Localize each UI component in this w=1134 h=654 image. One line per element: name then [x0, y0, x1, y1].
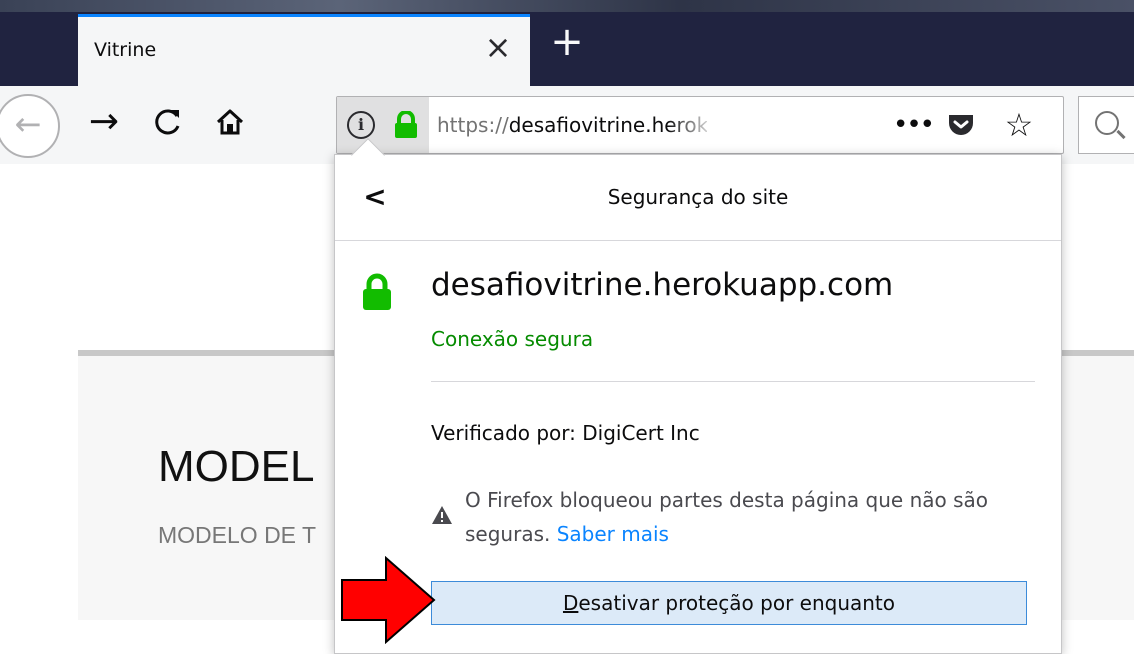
panel-title: Segurança do site [607, 185, 789, 209]
bookmark-star-icon[interactable]: ☆ [999, 105, 1039, 145]
info-icon: i [347, 111, 375, 139]
tab-title: Vitrine [94, 39, 157, 61]
lock-icon [395, 111, 417, 138]
home-button[interactable] [208, 100, 252, 144]
annotation-arrow-icon [341, 556, 436, 644]
site-security-panel: < Segurança do site desafiovitrine.herok… [334, 154, 1062, 654]
pocket-icon[interactable] [947, 111, 975, 139]
disable-button-label: esativar proteção por enquanto [578, 591, 896, 615]
disable-protection-button[interactable]: Desativar proteção por enquanto [431, 581, 1027, 625]
reload-button[interactable] [146, 100, 190, 144]
panel-header: < Segurança do site [335, 155, 1061, 241]
home-icon [216, 109, 244, 135]
url-fade [667, 103, 717, 147]
navigation-toolbar: ← → i https://desafiovitrine.herokuapp •… [0, 86, 1134, 164]
url-bar[interactable]: i https://desafiovitrine.herokuapp ••• ☆ [336, 96, 1064, 154]
site-host: desafiovitrine.herokuapp.com [431, 267, 894, 303]
mixed-content-warning: O Firefox bloqueou partes desta página q… [465, 483, 1025, 551]
site-identity-button[interactable]: i [337, 97, 429, 153]
access-key: D [562, 591, 579, 615]
page-actions-icon[interactable]: ••• [893, 107, 935, 143]
page-subheading: MODELO DE T [158, 522, 317, 548]
tab-vitrine[interactable]: Vitrine × [78, 14, 530, 86]
search-icon [1095, 111, 1119, 135]
search-box[interactable] [1078, 96, 1134, 154]
lock-icon [363, 273, 391, 310]
learn-more-link[interactable]: Saber mais [557, 522, 669, 546]
url-scheme: https:// [437, 113, 509, 137]
window-titlebar-strip [0, 0, 1134, 12]
new-tab-icon[interactable]: + [545, 22, 589, 66]
reload-icon [155, 109, 180, 135]
forward-button[interactable]: → [82, 100, 126, 144]
tab-bar: Vitrine × + [0, 0, 1134, 86]
verified-by: Verificado por: DigiCert Inc [431, 421, 700, 445]
divider [431, 381, 1035, 382]
close-tab-icon[interactable]: × [480, 29, 516, 65]
warning-icon [432, 506, 452, 524]
connection-status: Conexão segura [431, 327, 594, 351]
warning-text: O Firefox bloqueou partes desta página q… [465, 488, 989, 546]
back-button[interactable]: ← [0, 94, 60, 158]
page-heading: MODEL [158, 442, 315, 491]
